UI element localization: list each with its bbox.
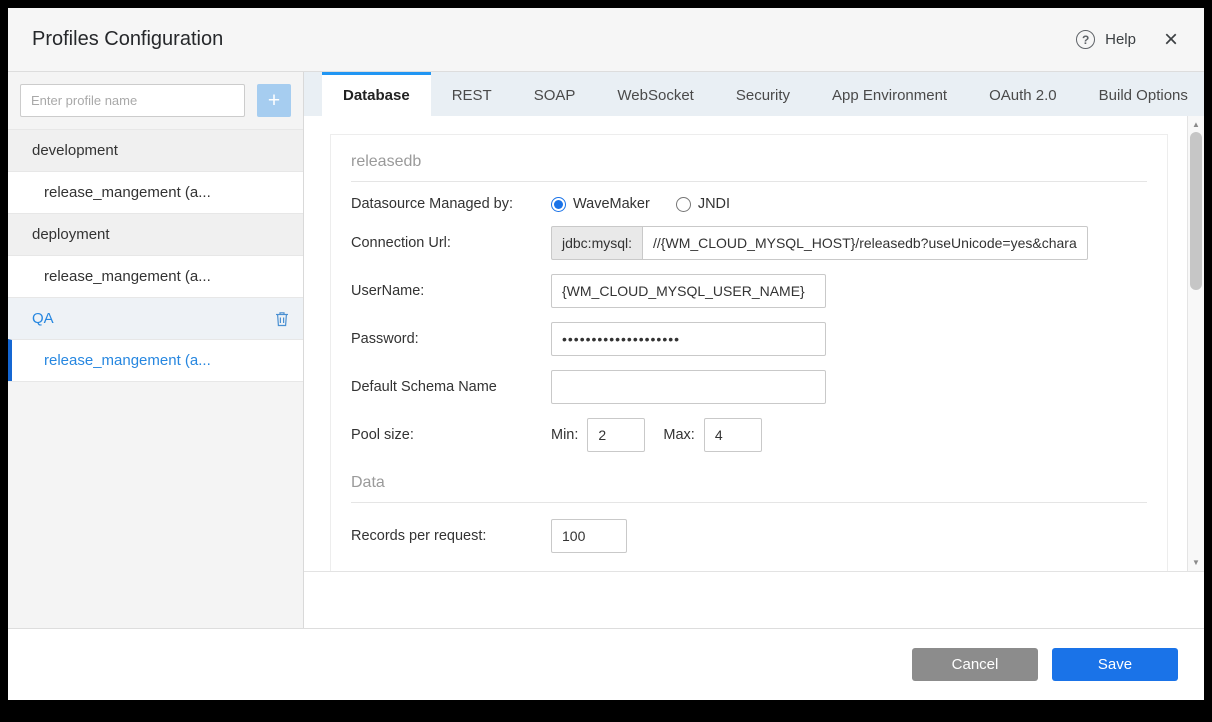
section-heading-data: Data [351, 452, 1147, 503]
schema-label: Default Schema Name [351, 379, 497, 395]
pool-max-label: Max: [663, 427, 695, 443]
sidebar-empty-area [8, 381, 303, 628]
radio-wavemaker[interactable]: WaveMaker [551, 196, 650, 212]
help-icon[interactable]: ? [1076, 30, 1096, 49]
sidebar-item-release-mangement-deploy[interactable]: release_mangement (a... [8, 255, 303, 297]
connection-url-label: Connection Url: [351, 235, 451, 251]
connection-url-row: Connection Url: jdbc:mysql: [351, 226, 1147, 260]
item-label: release_mangement (a... [44, 268, 211, 285]
pool-size-label: Pool size: [351, 427, 414, 443]
tab-build-options[interactable]: Build Options [1078, 72, 1209, 116]
password-row: Password: [351, 322, 1147, 356]
group-label: development [32, 142, 118, 159]
records-input[interactable] [551, 519, 627, 553]
group-label: QA [32, 310, 54, 327]
pool-min-label: Min: [551, 427, 579, 443]
radio-jndi-label: JNDI [697, 196, 731, 212]
username-input[interactable] [551, 274, 826, 308]
schema-input[interactable] [551, 370, 826, 404]
scrollbar-thumb[interactable] [1190, 132, 1202, 290]
records-label: Records per request: [351, 528, 487, 544]
close-icon[interactable]: × [1164, 27, 1178, 52]
dialog-header: Profiles Configuration ? Help × [8, 8, 1204, 72]
group-label: deployment [32, 226, 110, 243]
cancel-button[interactable]: Cancel [912, 648, 1038, 681]
item-label: release_mangement (a... [44, 184, 211, 201]
scroll-up-icon[interactable]: ▲ [1188, 120, 1204, 129]
pool-size-row: Pool size: Min: Max: [351, 418, 1147, 452]
help-link[interactable]: Help [1105, 31, 1136, 48]
radio-jndi-input[interactable] [675, 196, 691, 212]
tab-soap[interactable]: SOAP [513, 72, 597, 116]
pool-max-input[interactable] [703, 418, 762, 452]
radio-wavemaker-input[interactable] [551, 196, 566, 212]
radio-jndi[interactable]: JNDI [675, 196, 731, 212]
item-label: release_mangement (a... [44, 352, 211, 369]
sidebar-item-release-mangement-qa[interactable]: release_mangement (a... [8, 339, 303, 381]
profile-name-input[interactable] [20, 84, 245, 117]
vertical-scrollbar[interactable]: ▲ ▼ [1187, 116, 1204, 571]
profile-detail-panel: Database REST SOAP WebSocket Security Ap… [304, 72, 1204, 628]
tab-security[interactable]: Security [715, 72, 811, 116]
tab-oauth[interactable]: OAuth 2.0 [968, 72, 1078, 116]
dialog-footer: Cancel Save [8, 628, 1204, 700]
dialog-body: + development release_mangement (a... de… [8, 72, 1204, 628]
pool-min-input[interactable] [587, 418, 646, 452]
username-label: UserName: [351, 283, 425, 299]
profiles-sidebar: + development release_mangement (a... de… [8, 72, 304, 628]
tab-database[interactable]: Database [322, 72, 431, 116]
sidebar-item-release-mangement-dev[interactable]: release_mangement (a... [8, 171, 303, 213]
tab-app-environment[interactable]: App Environment [811, 72, 968, 116]
dialog-title: Profiles Configuration [32, 28, 224, 50]
connection-url-input[interactable] [642, 226, 1089, 260]
records-row: Records per request: [351, 519, 1147, 553]
delete-profile-icon[interactable] [275, 311, 289, 327]
datasource-label: Datasource Managed by: [351, 196, 514, 212]
password-input[interactable] [551, 322, 826, 356]
schema-row: Default Schema Name [351, 370, 1147, 404]
username-row: UserName: [351, 274, 1147, 308]
sidebar-group-qa[interactable]: QA [8, 297, 303, 339]
tab-websocket[interactable]: WebSocket [596, 72, 714, 116]
section-heading-releasedb: releasedb [351, 135, 1147, 182]
tab-rest[interactable]: REST [431, 72, 513, 116]
datasource-row: Datasource Managed by: WaveMaker JNDI [351, 196, 1147, 212]
sidebar-group-deployment[interactable]: deployment [8, 213, 303, 255]
sidebar-group-development[interactable]: development [8, 129, 303, 171]
save-button[interactable]: Save [1052, 648, 1178, 681]
add-profile-button[interactable]: + [257, 84, 291, 117]
password-label: Password: [351, 331, 419, 347]
database-tab-content: releasedb Datasource Managed by: WaveMak… [304, 116, 1204, 572]
profile-add-row: + [8, 72, 303, 129]
scroll-down-icon[interactable]: ▼ [1188, 558, 1204, 567]
radio-wavemaker-label: WaveMaker [573, 196, 650, 212]
connection-url-prefix: jdbc:mysql: [551, 226, 644, 260]
profiles-configuration-dialog: Profiles Configuration ? Help × + develo… [8, 8, 1204, 700]
database-form-card: releasedb Datasource Managed by: WaveMak… [330, 134, 1168, 571]
profile-tabbar: Database REST SOAP WebSocket Security Ap… [304, 72, 1204, 116]
